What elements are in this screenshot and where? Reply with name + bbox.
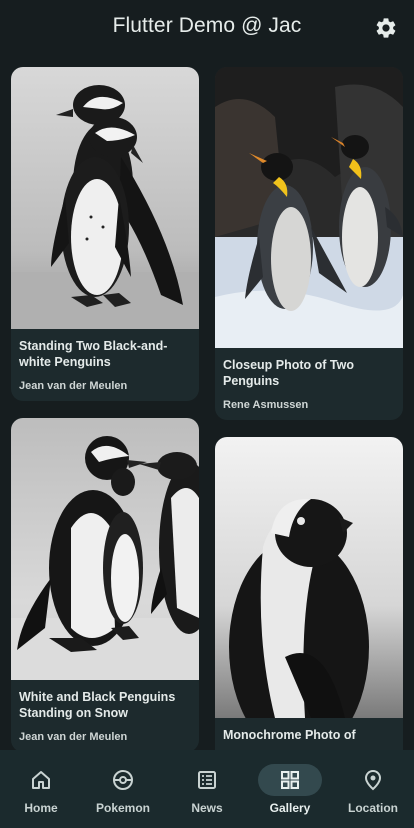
bottom-navigation: Home Pokemon News Gallery Location — [0, 750, 414, 828]
penguin-photo — [11, 418, 199, 680]
gallery-card[interactable]: White and Black Penguins Standing on Sno… — [11, 418, 199, 750]
penguin-photo — [215, 437, 403, 718]
penguin-photo — [215, 67, 403, 348]
penguin-photo — [11, 67, 199, 329]
gallery-card[interactable]: Standing Two Black-and-white Penguins Je… — [11, 67, 199, 401]
photo-author: Jean van der Meulen — [19, 731, 128, 743]
app-bar: Flutter Demo @ Jac — [0, 0, 414, 56]
grid-icon — [281, 771, 299, 789]
nav-item-pokemon[interactable]: Pokemon — [82, 750, 164, 828]
pokeball-icon — [113, 770, 133, 790]
photo-author: Rene Asmussen — [223, 399, 309, 411]
photo-author: Jean van der Meulen — [19, 380, 128, 392]
nav-label: Location — [348, 801, 398, 815]
nav-item-gallery[interactable]: Gallery — [249, 750, 331, 828]
nav-item-location[interactable]: Location — [332, 750, 414, 828]
gallery-card[interactable]: Monochrome Photo of — [215, 437, 403, 750]
app-title: Flutter Demo @ Jac — [112, 14, 302, 37]
photo-title: Standing Two Black-and-white Penguins — [19, 339, 168, 369]
photo-title: Closeup Photo of Two Penguins — [223, 358, 354, 388]
nav-label: Pokemon — [95, 801, 150, 815]
gear-icon — [376, 18, 396, 38]
nav-label: Gallery — [269, 801, 311, 815]
photo-title: White and Black Penguins Standing on Sno… — [19, 690, 176, 720]
nav-label: Home — [24, 801, 58, 815]
gallery-grid[interactable]: Standing Two Black-and-white Penguins Je… — [0, 56, 414, 750]
nav-label: News — [191, 801, 223, 815]
home-icon — [32, 771, 50, 789]
location-pin-icon — [364, 769, 382, 791]
photo-title: Monochrome Photo of — [223, 728, 356, 742]
gallery-card[interactable]: Closeup Photo of Two Penguins Rene Asmus… — [215, 67, 403, 420]
nav-item-home[interactable]: Home — [0, 750, 82, 828]
nav-item-news[interactable]: News — [166, 750, 248, 828]
news-icon — [198, 771, 216, 789]
settings-button[interactable] — [374, 16, 398, 40]
